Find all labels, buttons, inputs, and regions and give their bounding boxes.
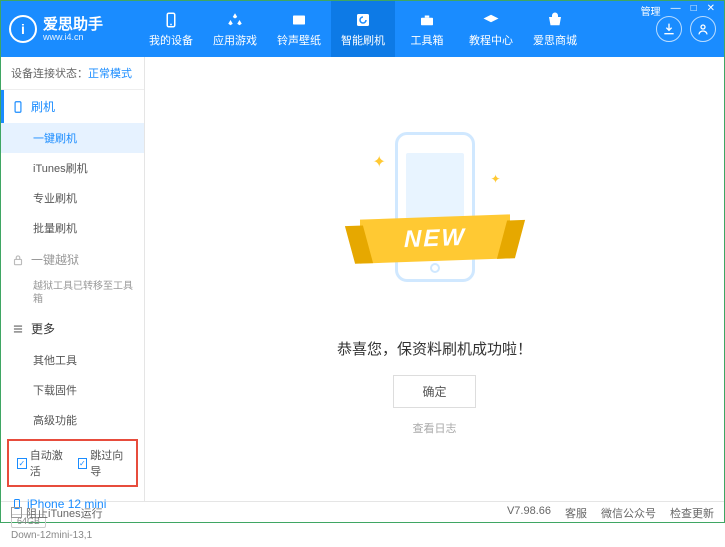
footer-link-wechat[interactable]: 微信公众号: [601, 505, 656, 521]
sidebar-section-jailbreak[interactable]: 一键越狱: [1, 243, 144, 276]
checkbox-auto-activate[interactable]: ✓自动激活: [17, 447, 68, 479]
footer-link-support[interactable]: 客服: [565, 505, 587, 521]
checkbox-block-itunes[interactable]: 阻止iTunes运行: [11, 505, 103, 521]
sidebar-item-download[interactable]: 下载固件: [1, 375, 144, 405]
maximize-icon[interactable]: □: [688, 3, 700, 18]
window-controls: 管理 — □ ✕: [638, 3, 718, 18]
logo-icon: i: [9, 15, 37, 43]
footer-link-update[interactable]: 检查更新: [670, 505, 714, 521]
sidebar-item-pro[interactable]: 专业刷机: [1, 183, 144, 213]
tab-tutorials[interactable]: 教程中心: [459, 1, 523, 57]
sidebar-item-batch[interactable]: 批量刷机: [1, 213, 144, 243]
phone-illustration: ✦ ✦ ✦ NEW: [365, 122, 505, 322]
sidebar-item-oneclick[interactable]: 一键刷机: [1, 123, 144, 153]
store-icon: [545, 11, 565, 29]
minimize-icon[interactable]: —: [668, 3, 684, 18]
new-ribbon: NEW: [360, 214, 510, 263]
logo: i 爱思助手 www.i4.cn: [9, 15, 139, 43]
main-content: ✦ ✦ ✦ NEW 恭喜您，保资料刷机成功啦！ 确定 查看日志: [145, 57, 724, 501]
phone-icon: [11, 100, 25, 114]
phone-icon: [161, 11, 181, 29]
sidebar-section-more[interactable]: 更多: [1, 312, 144, 345]
menu-icon[interactable]: 管理: [638, 3, 664, 18]
tab-apps[interactable]: 应用游戏: [203, 1, 267, 57]
device-model: Down-12mini-13,1: [11, 530, 134, 541]
connection-status: 设备连接状态：正常模式: [1, 57, 144, 90]
grad-icon: [481, 11, 501, 29]
version-label: V7.98.66: [507, 505, 551, 521]
tab-my-device[interactable]: 我的设备: [139, 1, 203, 57]
toolbox-icon: [417, 11, 437, 29]
tab-ringtones[interactable]: 铃声壁纸: [267, 1, 331, 57]
apps-icon: [225, 11, 245, 29]
refresh-icon: [353, 11, 373, 29]
close-icon[interactable]: ✕: [704, 3, 718, 18]
sidebar-item-advanced[interactable]: 高级功能: [1, 405, 144, 435]
app-header: 管理 — □ ✕ i 爱思助手 www.i4.cn 我的设备 应用游戏 铃声壁纸…: [1, 1, 724, 57]
tab-store[interactable]: 爱思商城: [523, 1, 587, 57]
view-log-link[interactable]: 查看日志: [413, 420, 457, 436]
jailbreak-note: 越狱工具已转移至工具箱: [1, 276, 144, 312]
download-icon: [661, 21, 677, 37]
nav-tabs: 我的设备 应用游戏 铃声壁纸 智能刷机 工具箱 教程中心 爱思商城: [139, 1, 656, 57]
checkbox-skip-guide[interactable]: ✓跳过向导: [78, 447, 129, 479]
user-icon: [695, 21, 711, 37]
user-button[interactable]: [690, 16, 716, 42]
sidebar-item-itunes[interactable]: iTunes刷机: [1, 153, 144, 183]
sidebar-section-flash[interactable]: 刷机: [1, 90, 144, 123]
lock-icon: [11, 253, 25, 267]
tab-toolbox[interactable]: 工具箱: [395, 1, 459, 57]
app-title: 爱思助手: [43, 17, 103, 32]
success-message: 恭喜您，保资料刷机成功啦！: [337, 338, 532, 359]
sidebar: 设备连接状态：正常模式 刷机 一键刷机 iTunes刷机 专业刷机 批量刷机 一…: [1, 57, 145, 501]
app-url: www.i4.cn: [43, 32, 103, 42]
tab-flash[interactable]: 智能刷机: [331, 1, 395, 57]
list-icon: [11, 322, 25, 336]
confirm-button[interactable]: 确定: [393, 375, 475, 408]
folder-icon: [289, 11, 309, 29]
sidebar-item-other[interactable]: 其他工具: [1, 345, 144, 375]
download-button[interactable]: [656, 16, 682, 42]
options-row: ✓自动激活 ✓跳过向导: [7, 439, 138, 487]
